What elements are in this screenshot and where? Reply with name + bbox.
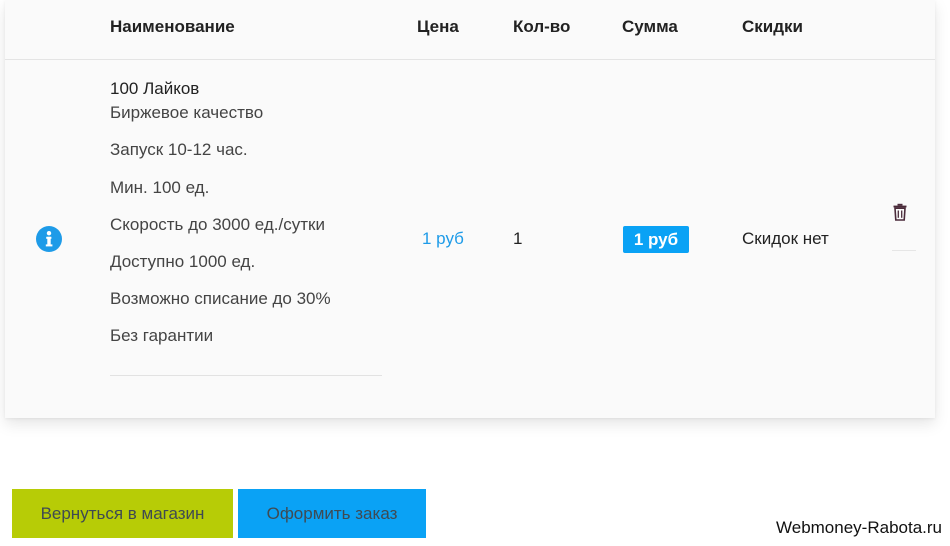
checkout-button[interactable]: Оформить заказ — [238, 489, 426, 538]
product-feature: Возможно списание до 30% — [110, 289, 331, 308]
trash-icon[interactable] — [892, 203, 908, 221]
header-price: Цена — [417, 17, 459, 36]
table-header: Наименование Цена Кол-во Сумма Скидки — [5, 0, 935, 60]
discount-value: Скидок нет — [742, 229, 829, 248]
product-feature: Без гарантии — [110, 326, 214, 345]
header-sum: Сумма — [622, 17, 678, 36]
quantity-value: 1 — [513, 229, 523, 248]
divider — [110, 375, 382, 376]
product-feature: Мин. 100 ед. — [110, 178, 210, 197]
header-discounts: Скидки — [742, 17, 803, 36]
sum-badge: 1 руб — [623, 226, 689, 253]
info-circle-icon[interactable] — [36, 226, 62, 252]
header-name: Наименование — [110, 17, 235, 36]
watermark: Webmoney-Rabota.ru — [776, 518, 942, 537]
divider — [892, 250, 916, 251]
price-value: 1 руб — [422, 229, 464, 248]
back-to-shop-button[interactable]: Вернуться в магазин — [12, 489, 233, 538]
product-feature: Биржевое качество — [110, 103, 264, 122]
header-quantity: Кол-во — [513, 17, 571, 36]
product-feature: Скорость до 3000 ед./сутки — [110, 215, 325, 234]
product-feature: Запуск 10-12 час. — [110, 140, 248, 159]
product-title: 100 Лайков — [110, 79, 200, 98]
cart-page: Наименование Цена Кол-во Сумма Скидки 10… — [0, 0, 950, 546]
product-feature: Доступно 1000 ед. — [110, 252, 256, 271]
cart-table: Наименование Цена Кол-во Сумма Скидки 10… — [5, 0, 935, 418]
